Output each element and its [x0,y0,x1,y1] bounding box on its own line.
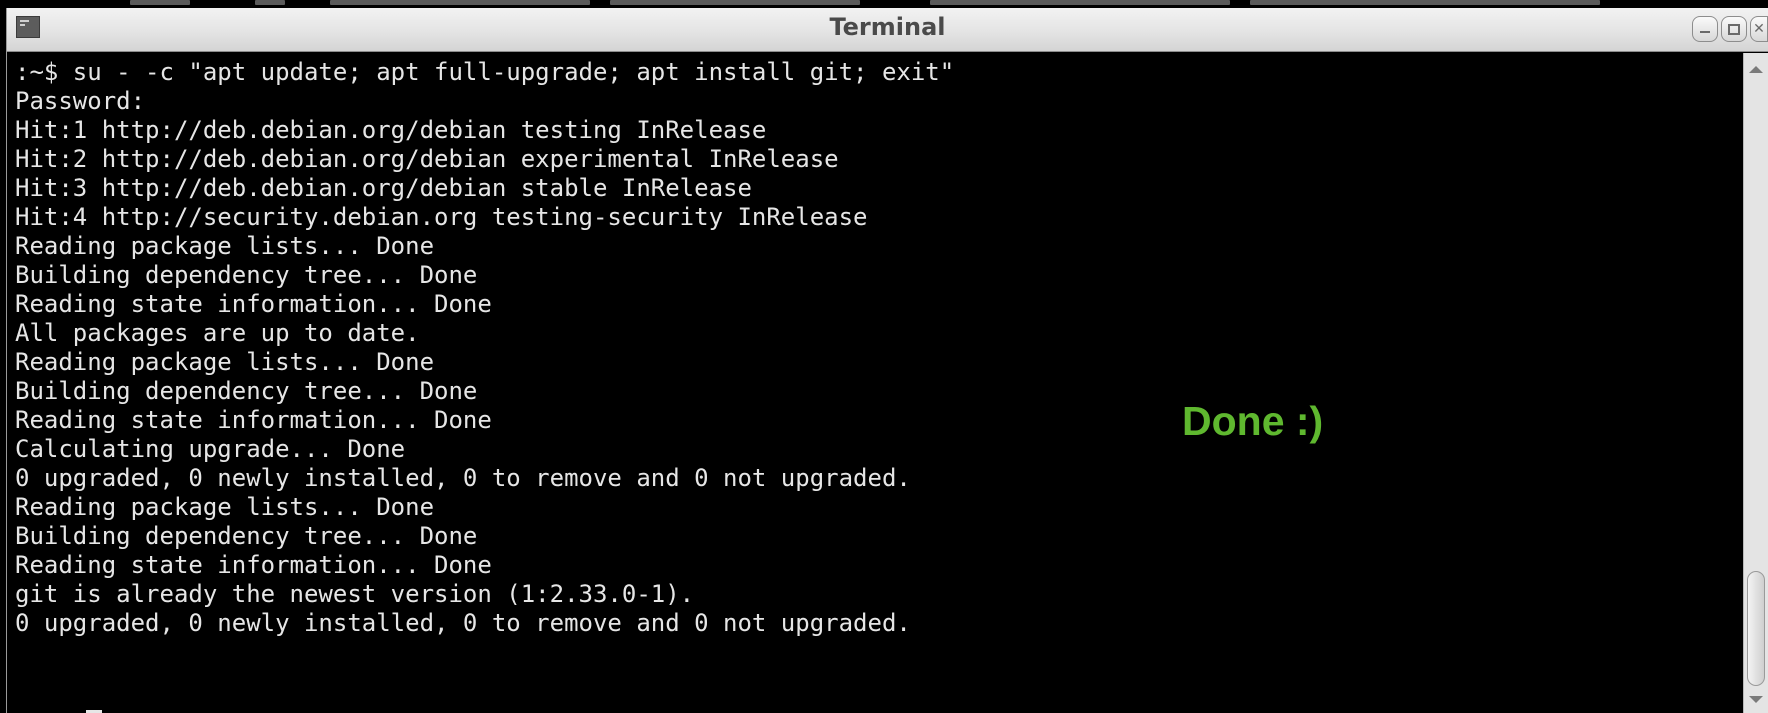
done-annotation: Done :) [1182,398,1324,444]
terminal-line: 0 upgraded, 0 newly installed, 0 to remo… [15,609,911,637]
terminal-line: Hit:4 http://security.debian.org testing… [15,203,868,231]
terminal-line: All packages are up to date. [15,319,420,347]
vertical-scrollbar[interactable] [1743,53,1768,713]
terminal-line: Hit:2 http://deb.debian.org/debian exper… [15,145,839,173]
terminal-line: :~$ su - -c "apt update; apt full-upgrad… [15,58,955,86]
terminal-line: Hit:1 http://deb.debian.org/debian testi… [15,116,767,144]
scrollbar-thumb[interactable] [1747,571,1765,686]
terminal-output-area[interactable]: :~$ su - -c "apt update; apt full-upgrad… [7,53,1743,713]
screen: Terminal ✕ :~$ su - -c "apt update; apt … [0,0,1768,713]
terminal-line: 0 upgraded, 0 newly installed, 0 to remo… [15,464,911,492]
terminal-window: Terminal ✕ :~$ su - -c "apt update; apt … [6,8,1768,713]
scroll-up-arrow-icon[interactable] [1749,66,1763,73]
terminal-line: Reading package lists... Done [15,348,435,376]
title-bar[interactable]: Terminal ✕ [7,8,1768,52]
terminal-line: Calculating upgrade... Done [15,435,406,463]
terminal-line: Building dependency tree... Done [15,377,478,405]
terminal-line: git is already the newest version (1:2.3… [15,580,695,608]
minimize-button[interactable] [1692,16,1718,42]
terminal-line: Password: [15,87,146,115]
terminal-line: Reading package lists... Done [15,493,435,521]
terminal-output: :~$ su - -c "apt update; apt full-upgrad… [15,58,954,638]
scroll-down-arrow-icon[interactable] [1749,696,1763,703]
terminal-line: Building dependency tree... Done [15,522,478,550]
terminal-line: Hit:3 http://deb.debian.org/debian stabl… [15,174,752,202]
close-icon: ✕ [1753,21,1765,37]
maximize-button[interactable] [1721,16,1747,42]
minimize-icon [1700,31,1710,33]
terminal-line: Reading state information... Done [15,406,492,434]
background-window-edge [0,0,1768,8]
window-controls: ✕ [1692,16,1768,44]
close-button[interactable]: ✕ [1750,16,1768,42]
terminal-line: Reading state information... Done [15,290,492,318]
maximize-icon [1728,23,1740,35]
terminal-line: Reading package lists... Done [15,232,435,260]
terminal-line: Reading state information... Done [15,551,492,579]
terminal-line: Building dependency tree... Done [15,261,478,289]
window-title: Terminal [829,13,946,41]
